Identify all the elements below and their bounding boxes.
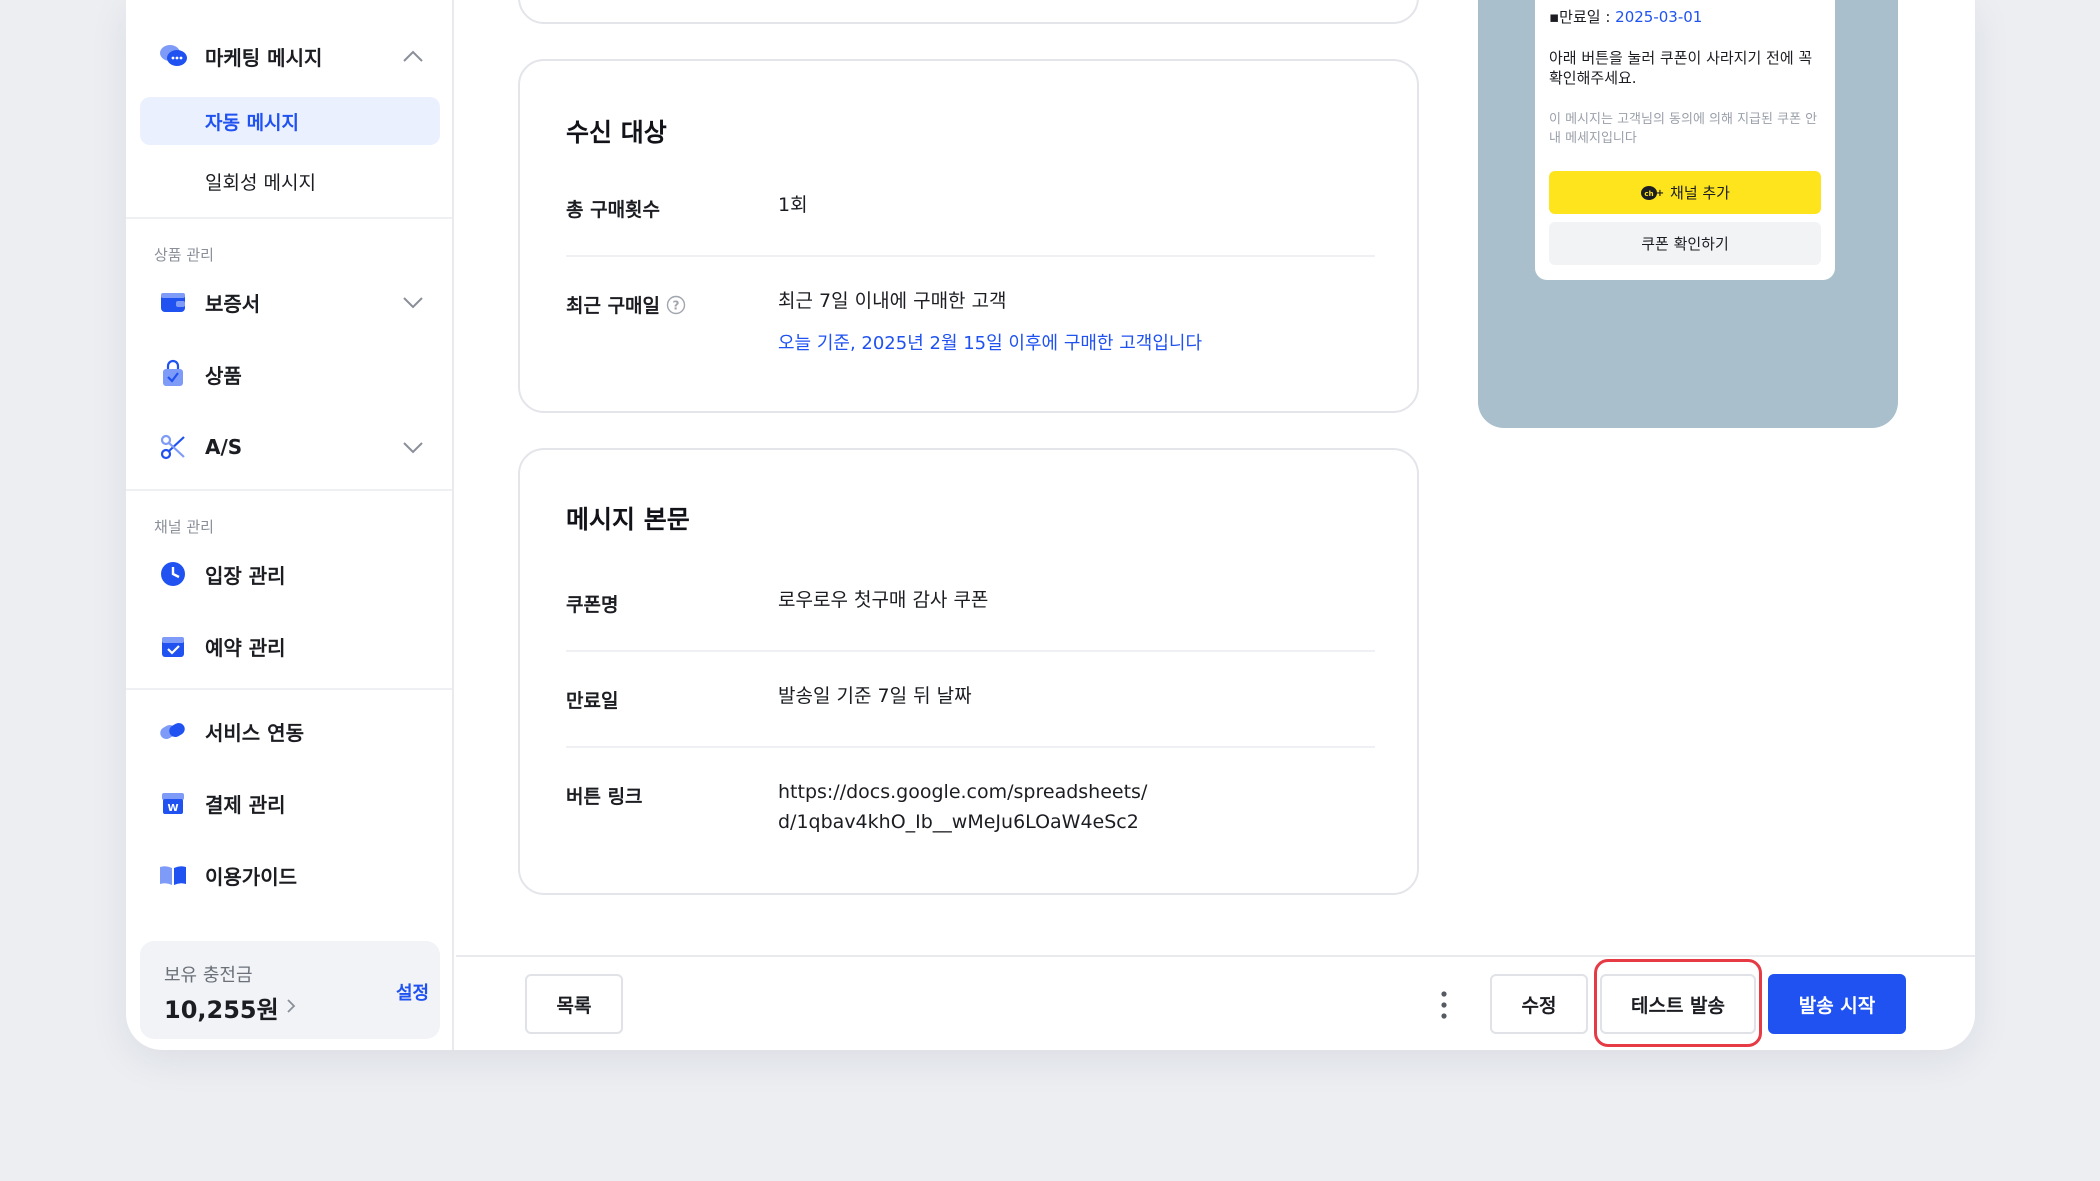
- sidebar-subitem-onetime-message[interactable]: 일회성 메시지: [140, 157, 440, 205]
- row-label: 최근 구매일: [566, 295, 661, 317]
- row-label: 쿠폰명: [566, 594, 619, 616]
- preview-expiry-date: 2025-03-01: [1615, 8, 1703, 26]
- sidebar-item-integration[interactable]: 서비스 연동: [126, 701, 454, 761]
- start-send-button[interactable]: 발송 시작: [1768, 974, 1906, 1034]
- sidebar-item-label: 서비스 연동: [205, 720, 304, 745]
- row-label: 만료일: [566, 690, 619, 712]
- sidebar-item-products[interactable]: 상품: [126, 344, 454, 404]
- svg-text:?: ?: [673, 299, 680, 313]
- message-preview: ▪만료일 : 2025-03-01 아래 버튼을 눌러 쿠폰이 사라지기 전에 …: [1478, 0, 1898, 428]
- add-channel-button[interactable]: ch + 채널 추가: [1549, 171, 1821, 214]
- row-label: 버튼 링크: [566, 786, 643, 808]
- row-divider: [566, 650, 1375, 652]
- balance-panel: 보유 충전금 10,255원 설정: [140, 941, 440, 1039]
- help-circle-icon[interactable]: ?: [666, 295, 686, 315]
- sidebar-divider: [126, 688, 452, 690]
- preview-expiry: ▪만료일 : 2025-03-01: [1549, 6, 1702, 27]
- clock-icon: [161, 562, 185, 586]
- previous-card: [518, 0, 1419, 24]
- sidebar-subitem-auto-message[interactable]: 자동 메시지: [140, 97, 440, 145]
- scissors-icon: [160, 434, 185, 460]
- sidebar-divider: [126, 217, 452, 219]
- sidebar-item-marketing[interactable]: 마케팅 메시지: [126, 26, 454, 86]
- shopping-bag-icon: [163, 359, 183, 386]
- sidebar-item-label: 이용가이드: [205, 864, 297, 889]
- kakao-channel-icon: ch +: [1641, 185, 1664, 200]
- preview-expiry-prefix: ▪만료일 :: [1549, 8, 1616, 26]
- row-divider: [566, 746, 1375, 748]
- sidebar-item-label: 예약 관리: [205, 635, 286, 660]
- balance-settings-link[interactable]: 설정: [396, 979, 429, 1005]
- book-icon: [160, 866, 186, 885]
- list-button[interactable]: 목록: [525, 974, 623, 1034]
- chevron-right-icon[interactable]: [286, 998, 296, 1014]
- purchase-count-value: 1회: [778, 194, 808, 216]
- sidebar-subitem-label: 일회성 메시지: [205, 171, 316, 194]
- highlight-box: [1594, 959, 1762, 1047]
- preview-notice-text: 이 메시지는 고객님의 동의에 의해 지급된 쿠폰 안내 메세지입니다: [1549, 112, 1818, 146]
- row-divider: [566, 255, 1375, 257]
- sidebar-subitem-label: 자동 메시지: [205, 111, 300, 134]
- check-coupon-button[interactable]: 쿠폰 확인하기: [1549, 222, 1821, 265]
- card-title: 수신 대상: [566, 118, 667, 147]
- sidebar-item-entry[interactable]: 입장 관리: [126, 544, 454, 604]
- app-window: 마케팅 메시지 자동 메시지 일회성 메시지 상품 관리 보증서 상품 A/S …: [126, 0, 1975, 1050]
- calendar-icon: [162, 637, 184, 657]
- edit-button[interactable]: 수정: [1490, 974, 1588, 1034]
- sidebar-item-label: A/S: [205, 435, 243, 459]
- sidebar-item-reservation[interactable]: 예약 관리: [126, 616, 454, 676]
- preview-message-text: 아래 버튼을 눌러 쿠폰이 사라지기 전에 꼭 확인해주세요.: [1549, 49, 1813, 87]
- recipient-card: 수신 대상 총 구매횟수 1회 최근 구매일 ? 최근 7일 이내에 구매한 고…: [518, 59, 1419, 413]
- chevron-down-icon[interactable]: [402, 440, 424, 454]
- svg-text:+: +: [1656, 188, 1664, 199]
- sidebar-item-warranty[interactable]: 보증서: [126, 272, 454, 332]
- wallet-icon: [161, 293, 185, 312]
- link-pill-icon: [160, 723, 185, 739]
- sidebar-item-label: 입장 관리: [205, 563, 286, 588]
- preview-message-bubble: ▪만료일 : 2025-03-01 아래 버튼을 눌러 쿠폰이 사라지기 전에 …: [1535, 0, 1835, 280]
- balance-label: 보유 충전금: [164, 965, 253, 986]
- sidebar-divider: [126, 489, 452, 491]
- message-body-card: 메시지 본문 쿠폰명 로우로우 첫구매 감사 쿠폰 만료일 발송일 기준 7일 …: [518, 448, 1419, 895]
- section-label-product: 상품 관리: [154, 246, 214, 264]
- won-store-icon: W: [162, 793, 184, 814]
- chevron-up-icon[interactable]: [402, 49, 424, 63]
- button-link-value-line2: d/1qbav4khO_Ib__wMeJu6LOaW4eSc2: [778, 811, 1139, 833]
- row-label-recent-purchase: 최근 구매일 ?: [566, 291, 686, 318]
- chevron-down-icon[interactable]: [402, 295, 424, 309]
- sidebar-item-guide[interactable]: 이용가이드: [126, 845, 454, 905]
- svg-text:W: W: [167, 803, 178, 814]
- sidebar-item-payment[interactable]: W 결제 관리: [126, 773, 454, 833]
- recent-purchase-note: 오늘 기준, 2025년 2월 15일 이후에 구매한 고객입니다: [778, 333, 1203, 354]
- card-title: 메시지 본문: [566, 505, 690, 534]
- section-label-channel: 채널 관리: [154, 518, 214, 536]
- button-link-value-line1: https://docs.google.com/spreadsheets/: [778, 781, 1148, 803]
- sidebar-item-label: 보증서: [205, 291, 261, 316]
- sidebar-item-label: 상품: [205, 363, 242, 388]
- expiry-value: 발송일 기준 7일 뒤 날짜: [778, 685, 972, 707]
- sidebar-item-label: 마케팅 메시지: [205, 45, 323, 70]
- add-channel-label: 채널 추가: [1670, 184, 1730, 202]
- sidebar: 마케팅 메시지 자동 메시지 일회성 메시지 상품 관리 보증서 상품 A/S …: [126, 0, 454, 1050]
- balance-amount[interactable]: 10,255원: [164, 990, 279, 1025]
- sidebar-item-label: 결제 관리: [205, 792, 286, 817]
- svg-text:ch: ch: [1644, 190, 1653, 198]
- recent-purchase-value: 최근 7일 이내에 구매한 고객: [778, 290, 1007, 312]
- sidebar-item-as[interactable]: A/S: [126, 417, 454, 477]
- coupon-name-value: 로우로우 첫구매 감사 쿠폰: [778, 589, 989, 611]
- row-label: 총 구매횟수: [566, 199, 661, 221]
- more-options-icon[interactable]: [1440, 990, 1448, 1020]
- chat-bubbles-icon: [160, 45, 187, 66]
